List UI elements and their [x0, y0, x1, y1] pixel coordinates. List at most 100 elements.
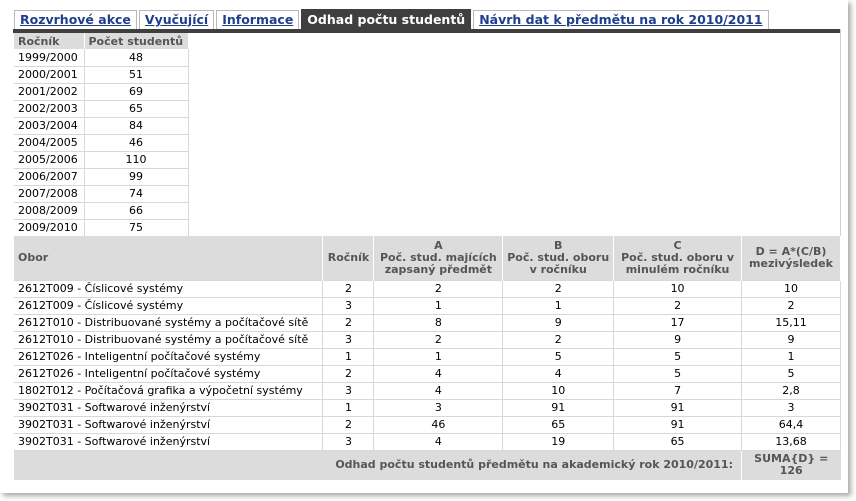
student-count-cell: 84: [84, 117, 189, 135]
year-cell: 2007/2008: [14, 185, 85, 203]
column-b-text: Poč. stud. oboru v ročníku: [507, 250, 610, 276]
rocnik-cell: 2: [322, 279, 375, 298]
obor-cell: 2612T026 - Inteligentní počítačové systé…: [14, 365, 324, 383]
years-table: Ročník Počet studentů 1999/2000 48 2000/20…: [14, 33, 189, 237]
table-row: 2009/2010 75: [14, 219, 189, 237]
b-cell: 5: [502, 348, 615, 366]
student-count-cell: 74: [84, 185, 189, 203]
tab-informace[interactable]: Informace: [216, 10, 300, 29]
obor-cell: 3902T031 - Softwarové inženýrství: [14, 399, 324, 417]
a-cell: 1: [373, 348, 504, 366]
c-cell: 17: [613, 314, 742, 332]
tab-vyucujici[interactable]: Vyučující: [138, 10, 215, 29]
d-cell: 5: [741, 365, 842, 383]
d-cell: 10: [741, 279, 842, 298]
obor-footer-row: Odhad počtu studentů předmětu na akademi…: [14, 450, 841, 480]
d-cell: 9: [741, 331, 842, 349]
rocnik-cell: 2: [322, 365, 375, 383]
column-a-text: Poč. stud. majících zapsaný předmět: [379, 250, 497, 276]
estimate-sum: SUMA{D} = 126: [740, 450, 841, 480]
year-cell: 2006/2007: [14, 168, 85, 186]
obor-cell: 3902T031 - Softwarové inženýrství: [14, 433, 324, 451]
b-cell: 2: [502, 279, 615, 298]
years-table-body: 1999/2000 48 2000/2001 51 2001/2002 69 2002/20…: [14, 49, 189, 237]
d-cell: 15,11: [741, 314, 842, 332]
sum-value: 126: [779, 464, 803, 478]
table-row: 1802T012 - Počítačová grafika a výpočetn…: [14, 382, 842, 400]
year-cell: 2004/2005: [14, 134, 85, 152]
table-row: 1999/2000 48: [14, 49, 189, 67]
tab-odhad-poctu-studentu[interactable]: Odhad počtu studentů: [301, 9, 472, 29]
a-cell: 2: [373, 331, 504, 349]
a-cell: 8: [373, 314, 504, 332]
obor-header-row: Obor Ročník A Poč. stud. majících zapsan…: [14, 236, 842, 280]
rocnik-cell: 3: [322, 297, 375, 315]
tab-rozvrhove-akce[interactable]: Rozvrhové akce: [14, 10, 137, 29]
rocnik-cell: 1: [322, 399, 375, 417]
b-cell: 2: [502, 331, 615, 349]
year-cell: 2003/2004: [14, 117, 85, 135]
student-count-cell: 65: [84, 100, 189, 118]
column-header-rocnik: Ročník: [14, 33, 85, 49]
d-cell: 13,68: [741, 433, 842, 451]
tab-navrh-dat[interactable]: Návrh dat k předmětu na rok 2010/2011: [473, 10, 769, 29]
table-row: 2007/2008 74: [14, 185, 189, 203]
column-header-rocnik: Ročník: [322, 236, 375, 280]
d-cell: 2: [741, 297, 842, 315]
d-cell: 3: [741, 399, 842, 417]
b-cell: 91: [502, 399, 615, 417]
student-count-cell: 51: [84, 66, 189, 84]
a-cell: 4: [373, 433, 504, 451]
obor-cell: 1802T012 - Počítačová grafika a výpočetn…: [14, 382, 324, 400]
column-c-text: Poč. stud. oboru v minulém ročníku: [621, 250, 735, 276]
student-count-cell: 66: [84, 202, 189, 220]
a-cell: 1: [373, 297, 504, 315]
rocnik-cell: 3: [322, 331, 375, 349]
b-cell: 9: [502, 314, 615, 332]
year-cell: 2005/2006: [14, 151, 85, 169]
column-header-a: A Poč. stud. majících zapsaný předmět: [373, 236, 504, 280]
obor-table: Obor Ročník A Poč. stud. majících zapsan…: [14, 236, 842, 480]
rocnik-cell: 1: [322, 348, 375, 366]
c-cell: 91: [613, 416, 742, 434]
table-row: 2003/2004 84: [14, 117, 189, 135]
table-row: 3902T031 - Softwarové inženýrství 3 4 19 65 1…: [14, 433, 842, 451]
student-count-cell: 99: [84, 168, 189, 186]
table-row: 2612T026 - Inteligentní počítačové systé…: [14, 348, 842, 366]
table-row: 2002/2003 65: [14, 100, 189, 118]
obor-cell: 2612T009 - Číslicové systémy: [14, 297, 324, 315]
b-cell: 19: [502, 433, 615, 451]
year-cell: 1999/2000: [14, 49, 85, 67]
student-count-cell: 48: [84, 49, 189, 67]
table-row: 2612T009 - Číslicové systémy 2 2 2 10 10: [14, 279, 842, 298]
column-header-d: D = A*(C/B) mezivýsledek: [741, 236, 842, 280]
b-cell: 4: [502, 365, 615, 383]
b-cell: 65: [502, 416, 615, 434]
b-cell: 1: [502, 297, 615, 315]
table-row: 2004/2005 46: [14, 134, 189, 152]
tab-bar: Rozvrhové akce Vyučující Informace Odhad…: [14, 9, 771, 29]
d-cell: 64,4: [741, 416, 842, 434]
c-cell: 91: [613, 399, 742, 417]
obor-cell: 3902T031 - Softwarové inženýrství: [14, 416, 324, 434]
column-header-b: B Poč. stud. oboru v ročníku: [502, 236, 615, 280]
student-count-cell: 46: [84, 134, 189, 152]
table-row: 2008/2009 66: [14, 202, 189, 220]
column-d-text: mezivýsledek: [749, 256, 833, 270]
table-row: 2006/2007 99: [14, 168, 189, 186]
estimate-label: Odhad počtu studentů předmětu na akademi…: [14, 450, 742, 480]
year-cell: 2009/2010: [14, 219, 85, 237]
year-cell: 2002/2003: [14, 100, 85, 118]
page-frame: Rozvrhové akce Vyučující Informace Odhad…: [0, 0, 848, 493]
year-cell: 2001/2002: [14, 83, 85, 101]
years-header-row: Ročník Počet studentů: [14, 33, 189, 49]
obor-table-body: 2612T009 - Číslicové systémy 2 2 2 10 10 2612T…: [14, 279, 842, 451]
table-row: 2612T010 - Distribuované systémy a počít…: [14, 314, 842, 332]
student-count-cell: 75: [84, 219, 189, 237]
a-cell: 46: [373, 416, 504, 434]
c-cell: 5: [613, 365, 742, 383]
obor-cell: 2612T010 - Distribuované systémy a počít…: [14, 331, 324, 349]
c-cell: 9: [613, 331, 742, 349]
rocnik-cell: 2: [322, 416, 375, 434]
a-cell: 2: [373, 279, 504, 298]
